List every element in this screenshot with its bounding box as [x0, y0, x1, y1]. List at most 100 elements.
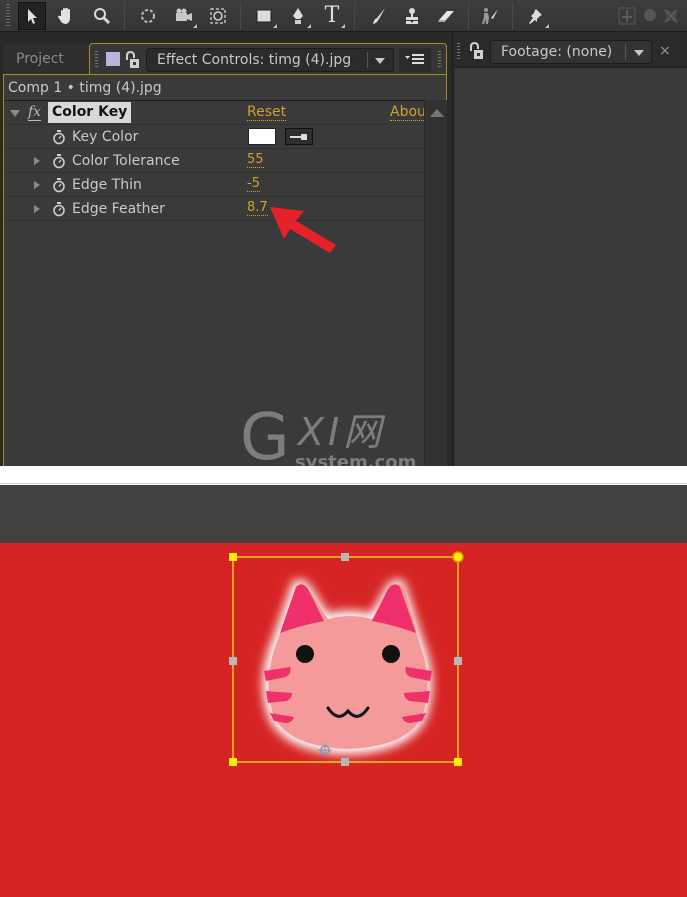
twirl-expanded-icon[interactable]	[10, 110, 20, 117]
effect-controls-body: Comp 1 • timg (4).jpg fx Color Key Reset…	[3, 74, 447, 466]
rectangle-tool[interactable]	[250, 2, 278, 30]
toolbar-grip[interactable]	[6, 4, 10, 28]
unlock-icon[interactable]	[468, 42, 484, 60]
toolbar-separator	[512, 2, 513, 30]
property-row-edge-thin: Edge Thin -5	[4, 173, 424, 197]
handle-bottom-left[interactable]	[229, 758, 237, 766]
property-label: Edge Thin	[72, 177, 142, 193]
world-axis-icon[interactable]	[643, 8, 657, 22]
pan-behind-icon	[210, 8, 226, 24]
type-icon: T	[324, 3, 340, 28]
tab-footage[interactable]: Footage: (none) ×	[453, 34, 687, 67]
twirl-collapsed-icon[interactable]	[34, 181, 40, 189]
type-tool[interactable]: T	[318, 2, 346, 30]
puppet-pin-tool[interactable]	[522, 2, 550, 30]
panel-menu-button[interactable]	[399, 48, 431, 72]
handle-top-left[interactable]	[229, 553, 237, 561]
handle-bottom-right[interactable]	[454, 758, 462, 766]
chevron-down-icon	[375, 58, 385, 64]
arrow-pointer-icon	[28, 9, 37, 24]
tab-project[interactable]: Project	[3, 44, 89, 74]
handle-bottom-middle[interactable]	[341, 758, 349, 766]
axis-mode-icon[interactable]	[618, 7, 636, 25]
cat-layer[interactable]	[220, 543, 480, 783]
handle-top-middle[interactable]	[341, 553, 349, 561]
panel-menu-icon	[405, 54, 424, 64]
roto-brush-tool[interactable]	[476, 2, 504, 30]
brush-icon	[373, 8, 385, 24]
view-axis-icon[interactable]	[662, 7, 680, 25]
property-label: Color Tolerance	[72, 153, 180, 169]
scroll-up-arrow-icon[interactable]	[430, 109, 444, 117]
stamp-icon	[406, 8, 418, 24]
brush-tool[interactable]	[364, 2, 392, 30]
fx-toggle-icon[interactable]: fx	[28, 104, 42, 121]
stopwatch-icon[interactable]	[52, 154, 66, 169]
tab-grip[interactable]	[457, 43, 460, 61]
camera-tool[interactable]	[170, 2, 198, 30]
eraser-tool[interactable]	[432, 2, 460, 30]
roto-brush-icon	[482, 8, 498, 24]
hand-icon	[58, 8, 70, 24]
stopwatch-icon[interactable]	[52, 202, 66, 217]
after-effects-ui: T Project Effect Controls: timg (4).jpg …	[0, 0, 687, 466]
rotation-tool[interactable]	[134, 2, 162, 30]
clone-stamp-tool[interactable]	[398, 2, 426, 30]
handle-middle-left[interactable]	[229, 657, 237, 665]
eraser-icon	[438, 11, 454, 22]
handle-top-right[interactable]	[452, 551, 464, 563]
stopwatch-icon[interactable]	[52, 178, 66, 193]
vertical-scrollbar[interactable]	[424, 100, 447, 466]
footage-dropdown[interactable]: Footage: (none)	[490, 40, 652, 64]
rectangle-icon	[256, 9, 272, 23]
color-tolerance-value[interactable]: 55	[247, 149, 264, 168]
image-divider	[0, 466, 687, 484]
footage-tab-label: Footage: (none)	[501, 44, 613, 60]
comp-layer-label: Comp 1 • timg (4).jpg	[8, 80, 162, 96]
handle-middle-right[interactable]	[454, 657, 462, 665]
selection-tool[interactable]	[18, 2, 46, 30]
zoom-tool[interactable]	[88, 2, 116, 30]
magnifier-icon	[94, 8, 111, 25]
cat-right-eye	[382, 645, 400, 663]
property-label: Key Color	[72, 129, 139, 145]
edge-feather-value[interactable]: 8.7	[247, 197, 268, 216]
dropdown-separator	[625, 44, 626, 60]
rotate-icon	[141, 9, 155, 23]
close-icon[interactable]: ×	[659, 42, 671, 60]
tools-toolbar: T	[0, 0, 687, 32]
property-row-edge-feather: Edge Feather 8.7	[4, 197, 424, 221]
unlock-icon[interactable]	[124, 51, 140, 69]
about-link[interactable]: About...	[390, 101, 424, 121]
panel-color-swatch	[106, 52, 120, 66]
effect-header-row: fx Color Key Reset About...	[4, 101, 424, 125]
footage-panel: Footage: (none) ×	[452, 32, 687, 466]
cat-left-eye	[296, 645, 314, 663]
composition-viewer	[0, 485, 687, 897]
composition-canvas	[0, 543, 687, 897]
key-color-swatch[interactable]	[248, 128, 276, 145]
camera-icon	[176, 8, 192, 21]
edge-thin-value[interactable]: -5	[247, 173, 260, 192]
stopwatch-icon[interactable]	[52, 130, 66, 145]
twirl-collapsed-icon[interactable]	[34, 205, 40, 213]
reset-link[interactable]: Reset	[247, 101, 287, 121]
tab-effect-controls[interactable]: Effect Controls: timg (4).jpg	[89, 43, 447, 75]
tab-grip-right[interactable]	[438, 51, 441, 69]
eyedropper-icon	[290, 134, 307, 140]
property-label: Edge Feather	[72, 201, 165, 217]
toolbar-separator	[124, 2, 125, 30]
pen-tool[interactable]	[284, 2, 312, 30]
effect-controls-layer-dropdown[interactable]: Effect Controls: timg (4).jpg	[146, 48, 394, 72]
eyedropper-button[interactable]	[285, 128, 313, 145]
effect-controls-tab-label: Effect Controls: timg (4).jpg	[157, 52, 352, 68]
effect-name[interactable]: Color Key	[48, 102, 132, 123]
tab-grip[interactable]	[95, 51, 98, 69]
pen-icon	[293, 8, 303, 24]
twirl-collapsed-icon[interactable]	[34, 157, 40, 165]
pan-behind-tool[interactable]	[204, 2, 232, 30]
toolbar-separator	[354, 2, 355, 30]
hand-tool[interactable]	[52, 2, 80, 30]
dropdown-separator	[367, 52, 368, 68]
annotation-arrow-icon	[270, 207, 336, 253]
